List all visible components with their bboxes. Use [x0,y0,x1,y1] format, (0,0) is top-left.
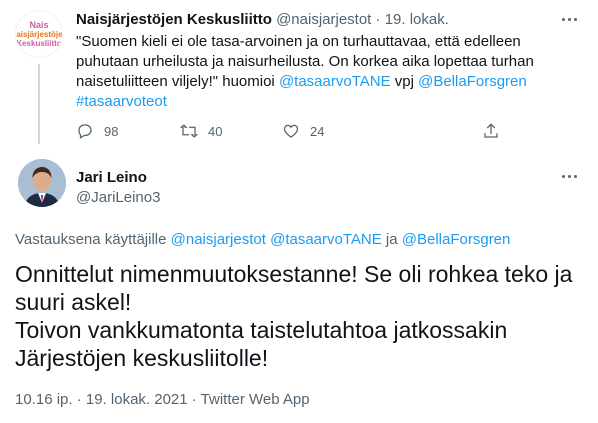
avatar-text: Naisjärjestöjen [16,30,63,39]
user-avatar[interactable] [18,159,66,207]
author-display-name[interactable]: Jari Leino [76,168,147,188]
mention-link[interactable]: @BellaForsgren [418,73,527,90]
like-count: 24 [310,123,325,139]
parent-tweet-actions: 98 40 24 [76,122,516,142]
user-photo [18,159,66,207]
main-tweet-text: Onnittelut nimenmuutoksestanne! Se oli r… [15,260,585,372]
mention-link[interactable]: @naisjarjestot [171,231,266,248]
reply-count: 98 [104,123,119,139]
thread-connector [38,64,40,144]
more-options-icon[interactable] [560,167,580,187]
mention-link[interactable]: @tasaarvoTANE [279,73,391,90]
org-avatar[interactable]: Nais Naisjärjestöjen Keskusliitto [15,10,63,58]
parent-date[interactable]: 19. lokak. [385,11,449,28]
reply-button[interactable]: 98 [76,122,118,140]
parent-display-name[interactable]: Naisjärjestöjen Keskusliitto [76,11,272,28]
retweet-icon [180,124,198,138]
parent-handle[interactable]: @naisjarjestot [276,11,371,28]
avatar-text: Nais [29,20,49,30]
author-handle[interactable]: @JariLeino3 [76,188,160,208]
parent-tweet-text: "Suomen kieli ei ole tasa-arvoinen ja on… [76,32,556,112]
like-button[interactable]: 24 [282,122,324,140]
tweet-text-line: Toivon vankkumatonta taistelutahtoa jatk… [15,317,508,371]
mention-link[interactable]: @BellaForsgren [402,231,511,248]
parent-tweet-header: Naisjärjestöjen Keskusliitto @naisjarjes… [76,10,449,30]
hashtag-link[interactable]: #tasaarvoteot [76,93,167,110]
retweet-count: 40 [208,123,223,139]
share-icon [484,123,498,138]
mention-link[interactable]: @tasaarvoTANE [270,231,382,248]
reply-icon [78,124,92,139]
tweet-text: vpj [390,73,419,90]
replying-prefix: Vastauksena käyttäjille [15,231,171,248]
tweet-text-line: Onnittelut nimenmuutoksestanne! Se oli r… [15,261,573,315]
tweet-timestamp[interactable]: 10.16 ip. · 19. lokak. 2021 · Twitter We… [15,390,310,410]
replying-and: ja [381,231,402,248]
avatar-text: Keskusliitto [16,39,62,48]
replying-to: Vastauksena käyttäjille @naisjarjestot @… [15,230,510,250]
heart-icon [283,124,299,138]
more-options-icon[interactable] [560,10,580,30]
share-button[interactable] [482,122,500,140]
retweet-button[interactable]: 40 [180,122,222,140]
separator: · [375,11,381,28]
